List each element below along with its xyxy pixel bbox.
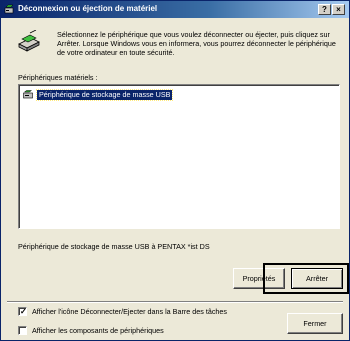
- hardware-eject-icon: [18, 30, 40, 52]
- show-components-option[interactable]: Afficher les composants de périphériques: [18, 326, 164, 335]
- list-item[interactable]: Périphérique de stockage de masse USB: [23, 88, 174, 101]
- show-components-checkbox[interactable]: [18, 326, 27, 335]
- show-icon-checkbox[interactable]: ✓: [18, 307, 27, 316]
- show-icon-label: Afficher l'icône Déconnecter/Ejecter dan…: [32, 307, 228, 316]
- help-button[interactable]: ?: [318, 4, 331, 15]
- dialog-content: Sélectionnez le périphérique que vous vo…: [1, 18, 349, 340]
- stop-button-highlight: [263, 263, 349, 294]
- show-components-label: Afficher les composants de périphériques: [32, 326, 164, 335]
- checkmark-icon: ✓: [20, 307, 27, 316]
- selected-device-description: Périphérique de stockage de masse USB à …: [18, 242, 210, 251]
- show-icon-option[interactable]: ✓ Afficher l'icône Déconnecter/Ejecter d…: [18, 307, 227, 316]
- separator: [7, 301, 343, 303]
- usb-device-icon: [23, 89, 33, 98]
- instructions-text: Sélectionnez le périphérique que vous vo…: [57, 30, 336, 57]
- window-title: Déconnexion ou éjection de matériel: [18, 4, 158, 13]
- hardware-device-list[interactable]: Périphérique de stockage de masse USB: [18, 84, 340, 229]
- eject-hardware-icon: [4, 4, 14, 14]
- hardware-devices-label: Périphériques matériels :: [18, 73, 98, 82]
- eject-hardware-dialog: Déconnexion ou éjection de matériel ? × …: [0, 0, 350, 341]
- close-window-button[interactable]: ×: [332, 4, 345, 15]
- title-bar[interactable]: Déconnexion ou éjection de matériel ? ×: [1, 1, 349, 18]
- list-item-label: Périphérique de stockage de masse USB: [35, 88, 174, 101]
- close-button[interactable]: Fermer: [287, 313, 343, 334]
